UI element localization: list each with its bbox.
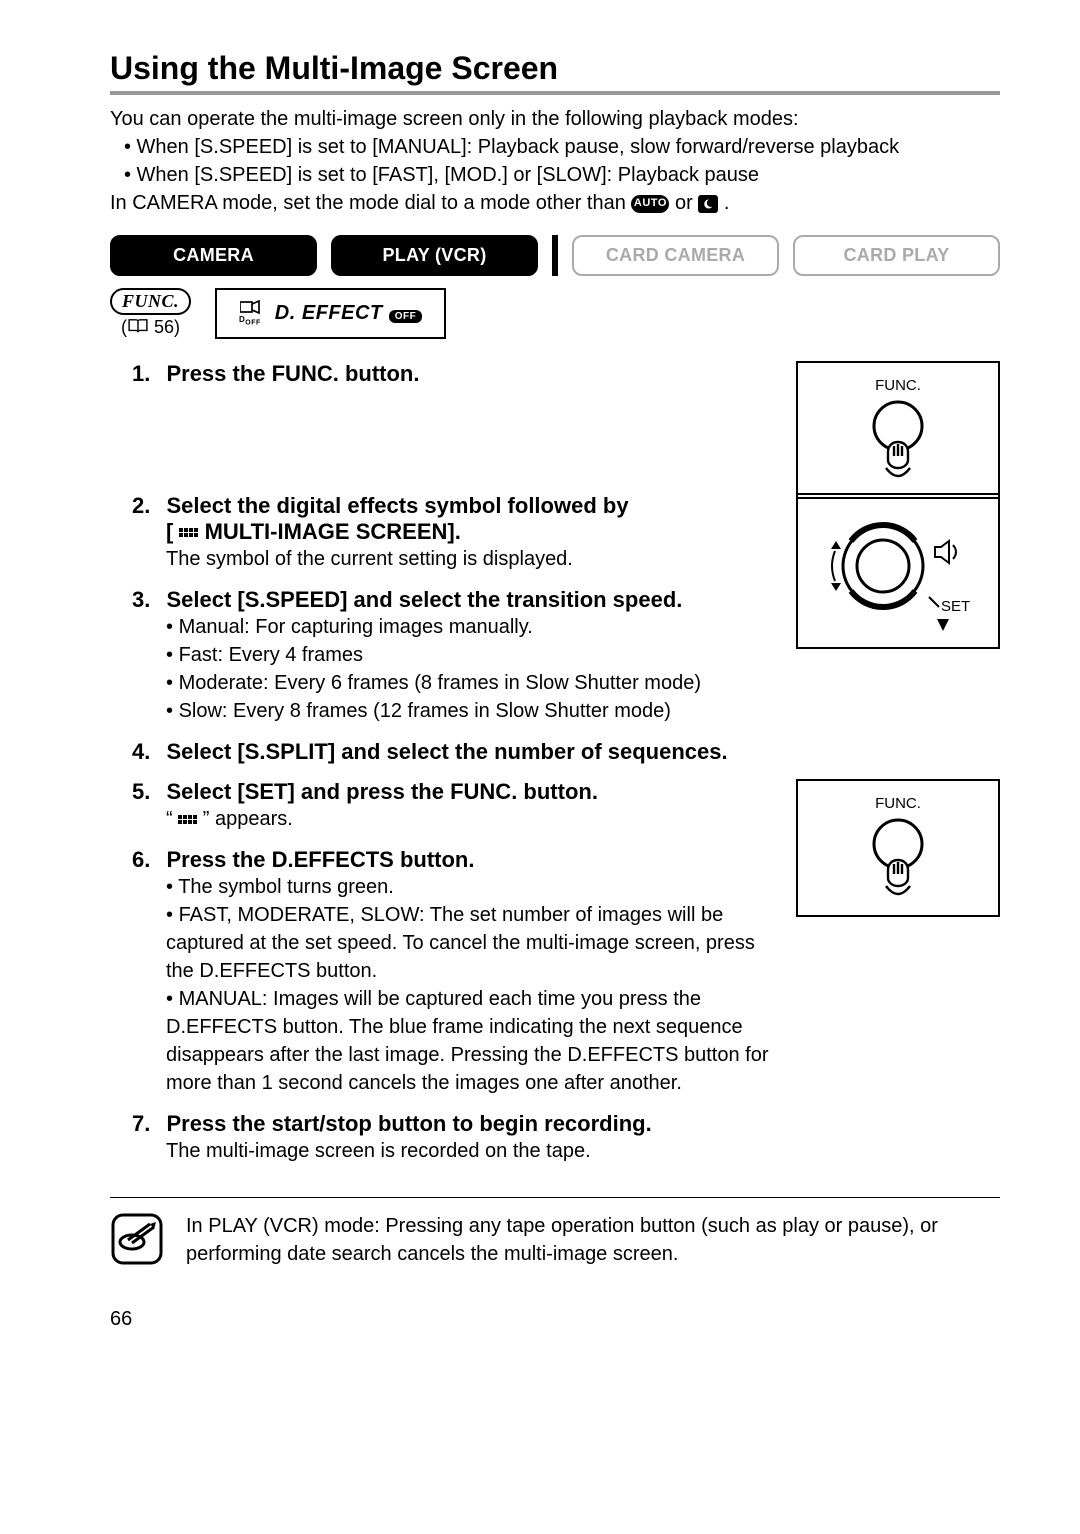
bullet: FAST, MODERATE, SLOW: The set number of …	[166, 901, 770, 985]
step-2: Select the digital effects symbol follow…	[110, 493, 770, 573]
intro-bullet: • When [S.SPEED] is set to [FAST], [MOD.…	[110, 161, 1000, 189]
intro-line: In CAMERA mode, set the mode dial to a m…	[110, 189, 1000, 217]
text: MULTI-IMAGE SCREEN].	[205, 519, 461, 544]
diagram-label: FUNC.	[875, 795, 921, 812]
text: In CAMERA mode, set the mode dial to a m…	[110, 192, 631, 214]
divider	[110, 1197, 1000, 1198]
step-body: “ ” appears.	[110, 805, 770, 833]
step-7: Press the start/stop button to begin rec…	[110, 1111, 770, 1165]
mode-separator	[552, 235, 558, 276]
page-ref-number: 56	[154, 317, 174, 337]
step-4: Select [S.SPLIT] and select the number o…	[110, 739, 770, 765]
mode-camera: CAMERA	[110, 235, 317, 276]
multi-image-icon	[178, 815, 197, 824]
note-icon	[110, 1212, 164, 1266]
text: ” appears.	[197, 808, 293, 830]
func-row: FUNC. ( 56) DOFF D. EFFECT OFF	[110, 288, 1000, 339]
manual-page: Using the Multi-Image Screen You can ope…	[0, 0, 1080, 1371]
bullet: Manual: For capturing images manually.	[166, 613, 770, 641]
diagram-set-label: SET	[941, 598, 970, 615]
step-head: Select [S.SPLIT] and select the number o…	[166, 739, 727, 764]
bullet: MANUAL: Images will be captured each tim…	[166, 985, 770, 1097]
step-6: Press the D.EFFECTS button. The symbol t…	[110, 847, 770, 1097]
bullet: Slow: Every 8 frames (12 frames in Slow …	[166, 697, 770, 725]
step-3: Select [S.SPEED] and select the transiti…	[110, 587, 770, 725]
set-dial-icon: SET	[813, 501, 983, 641]
func-button-diagram: FUNC.	[796, 361, 1000, 499]
set-dial-diagram: SET	[796, 493, 1000, 649]
step-head: Select [SET] and press the FUNC. button.	[166, 779, 597, 804]
func-label: FUNC.	[110, 288, 191, 315]
multi-image-icon	[179, 528, 198, 537]
mode-card-camera: CARD CAMERA	[572, 235, 779, 276]
step-head: Press the FUNC. button.	[166, 361, 419, 386]
text: D. EFFECT	[275, 302, 383, 324]
effect-box: DOFF D. EFFECT OFF	[215, 288, 446, 339]
intro-block: You can operate the multi-image screen o…	[110, 105, 1000, 217]
page-title: Using the Multi-Image Screen	[110, 50, 1000, 95]
steps-list-2to4: Select the digital effects symbol follow…	[110, 493, 770, 779]
text: Select the digital effects symbol follow…	[166, 493, 628, 518]
note-block: In PLAY (VCR) mode: Pressing any tape op…	[110, 1212, 1000, 1268]
func-block: FUNC. ( 56)	[110, 288, 191, 339]
step-head: Press the D.EFFECTS button.	[166, 847, 474, 872]
bullet: Fast: Every 4 frames	[166, 641, 770, 669]
step-body: The symbol of the current setting is dis…	[110, 545, 770, 573]
mode-row: CAMERA PLAY (VCR) CARD CAMERA CARD PLAY	[110, 235, 1000, 276]
text: or	[675, 192, 698, 214]
d-off-icon: DOFF	[239, 300, 261, 327]
page-number: 66	[110, 1308, 1000, 1331]
step-body: The multi-image screen is recorded on th…	[110, 1137, 770, 1165]
step-5: Select [SET] and press the FUNC. button.…	[110, 779, 770, 833]
bullet: The symbol turns green.	[166, 873, 770, 901]
auto-icon: AUTO	[631, 195, 669, 213]
press-button-icon	[858, 816, 938, 900]
text: “	[166, 808, 178, 830]
off-pill: OFF	[389, 310, 423, 323]
step-1-grid: Press the FUNC. button. FUNC.	[110, 361, 1000, 499]
step-23-grid: Select the digital effects symbol follow…	[110, 493, 1000, 779]
step-head: Press the start/stop button to begin rec…	[166, 1111, 651, 1136]
press-button-icon	[858, 398, 938, 482]
func-button-diagram-2: FUNC.	[796, 779, 1000, 917]
book-icon	[127, 318, 149, 339]
step-head: Select the digital effects symbol follow…	[110, 493, 629, 544]
step-1: Press the FUNC. button.	[110, 361, 770, 387]
step-body: Manual: For capturing images manually. F…	[110, 613, 770, 725]
intro-line: You can operate the multi-image screen o…	[110, 105, 1000, 133]
bullet: Moderate: Every 6 frames (8 frames in Sl…	[166, 669, 770, 697]
intro-bullet: • When [S.SPEED] is set to [MANUAL]: Pla…	[110, 133, 1000, 161]
steps-list-5to7: Select [SET] and press the FUNC. button.…	[110, 779, 770, 1179]
night-mode-icon	[698, 195, 718, 213]
func-page-ref: ( 56)	[110, 317, 191, 339]
step-57-grid: Select [SET] and press the FUNC. button.…	[110, 779, 1000, 1179]
steps-list-1: Press the FUNC. button.	[110, 361, 770, 401]
mode-play-vcr: PLAY (VCR)	[331, 235, 538, 276]
effect-text: D. EFFECT OFF	[275, 302, 422, 325]
text: .	[724, 192, 730, 214]
note-text: In PLAY (VCR) mode: Pressing any tape op…	[186, 1212, 1000, 1268]
step-body: The symbol turns green. FAST, MODERATE, …	[110, 873, 770, 1097]
step-head: Select [S.SPEED] and select the transiti…	[166, 587, 682, 612]
diagram-label: FUNC.	[875, 377, 921, 394]
mode-card-play: CARD PLAY	[793, 235, 1000, 276]
